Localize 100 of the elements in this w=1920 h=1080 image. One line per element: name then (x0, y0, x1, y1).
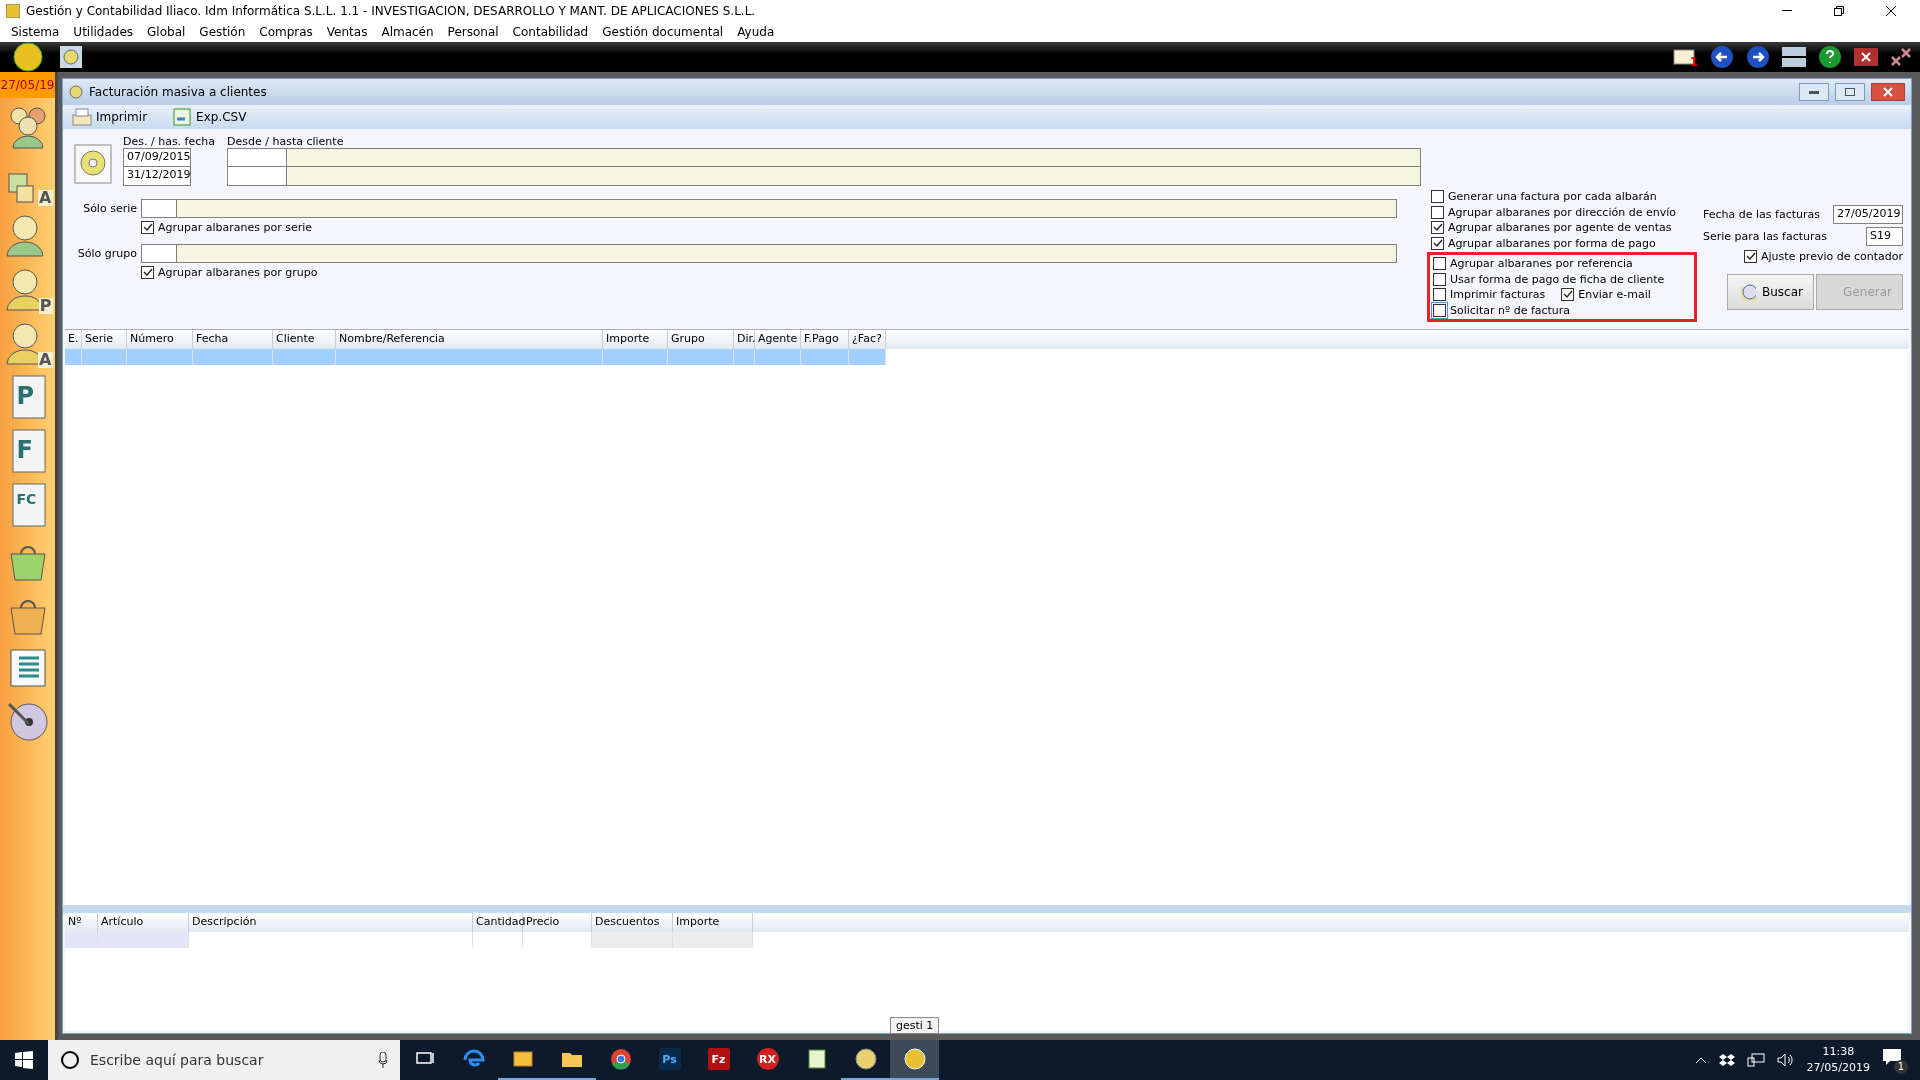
close-icon (1886, 6, 1896, 16)
checkbox-label: Agrupar albaranes por agente de ventas (1448, 221, 1672, 235)
table-cell[interactable] (668, 349, 734, 365)
menu-item[interactable]: Compras (252, 25, 320, 39)
app-logo-icon (6, 4, 20, 18)
checkbox[interactable] (141, 265, 154, 279)
date-from-field[interactable]: 07/09/2015 (123, 148, 191, 167)
menu-item[interactable]: Sistema (4, 25, 67, 39)
export-button[interactable]: Exp.CSV (169, 107, 249, 127)
table-cell[interactable] (801, 349, 849, 365)
menu-item[interactable]: Gestión documental (595, 25, 731, 39)
grupo-name-field[interactable] (177, 243, 1397, 263)
table-cell (65, 932, 98, 948)
checkbox-label: Usar forma de pago de ficha de cliente (1450, 272, 1665, 286)
fz-icon[interactable]: Fz (707, 1048, 730, 1070)
checkbox[interactable] (1431, 205, 1444, 219)
serie-code-field[interactable] (141, 199, 177, 218)
chevron-up-icon[interactable] (1694, 1056, 1707, 1064)
checkbox-label: Ajuste previo de contador (1761, 250, 1903, 264)
minimize-button[interactable] (1799, 83, 1829, 101)
taskbar-app[interactable]: Fz (694, 1040, 743, 1080)
client-from-name-field[interactable] (287, 148, 1421, 167)
checkbox[interactable] (1433, 272, 1446, 286)
close-icon (1883, 87, 1893, 97)
table-cell[interactable] (336, 349, 603, 365)
table-cell[interactable] (65, 349, 82, 365)
icon-letter: FC (16, 492, 37, 506)
checkbox-label: Agrupar albaranes por serie (158, 221, 313, 235)
client-to-code-field[interactable] (227, 167, 287, 186)
checkbox-label: Agrupar albaranes por referencia (1450, 257, 1633, 271)
checkbox[interactable] (1433, 257, 1446, 271)
checkbox-label: Enviar e-mail (1578, 288, 1651, 302)
client-from-code-field[interactable] (227, 148, 287, 167)
gear-document-icon (71, 141, 115, 185)
dropbox-icon[interactable] (1718, 1053, 1735, 1067)
network-icon[interactable] (1746, 1053, 1765, 1067)
minimize-icon (1782, 10, 1792, 12)
invoice-serie-label: Serie para las facturas (1703, 230, 1828, 243)
chrome-icon[interactable] (608, 1047, 633, 1071)
table-cell[interactable] (82, 349, 127, 365)
invoice-date-field[interactable]: 27/05/2019 (1833, 205, 1903, 224)
menu-item[interactable]: Ayuda (730, 25, 782, 39)
grupo-code-field[interactable] (141, 243, 177, 263)
icon-letter: A (38, 190, 53, 206)
checkbox[interactable] (1561, 288, 1575, 302)
checkbox-label: Generar una factura por cada albarán (1448, 190, 1657, 204)
table-cell[interactable] (755, 349, 801, 365)
app-icon[interactable] (853, 1047, 878, 1071)
notification-count: 1 (1894, 1060, 1908, 1074)
circle-icon (60, 1050, 80, 1070)
checkbox[interactable] (1431, 190, 1444, 204)
checkbox-label: Agrupar albaranes por grupo (158, 265, 318, 279)
search-field[interactable]: Escribe aquí para buscar (48, 1040, 400, 1080)
tooltip: gesti 1 (890, 1017, 940, 1034)
table-cell[interactable] (849, 349, 886, 365)
menu-item[interactable]: Contabilidad (505, 25, 596, 39)
volume-icon[interactable] (1776, 1053, 1795, 1067)
ps-icon[interactable]: Ps (658, 1048, 681, 1070)
table-cell[interactable] (603, 349, 668, 365)
table-cell[interactable] (127, 349, 193, 365)
minimize-icon (1809, 90, 1819, 94)
help-icon[interactable] (1818, 45, 1842, 69)
menu-item[interactable]: Almacén (374, 25, 441, 39)
checkbox[interactable] (141, 221, 154, 235)
rx-icon[interactable]: RX (756, 1048, 779, 1070)
menu-item[interactable]: Personal (440, 25, 506, 39)
clock[interactable]: 11:38 27/05/2019 (1806, 1044, 1870, 1076)
invoice-serie-field[interactable]: S19 (1866, 227, 1903, 246)
checkbox-label: Agrupar albaranes por forma de pago (1448, 236, 1656, 250)
invoice-date-label: Fecha de las facturas (1703, 208, 1820, 221)
restore-button[interactable] (1835, 83, 1865, 101)
date-to-field[interactable]: 31/12/2019 (123, 167, 191, 186)
checkbox-label: Agrupar albaranes por dirección de envío (1448, 205, 1676, 219)
checkbox[interactable] (1744, 250, 1758, 264)
menu-item[interactable]: Utilidades (66, 25, 141, 39)
taskbar-app[interactable]: Ps (645, 1040, 694, 1080)
taskbar-app[interactable]: RX (743, 1040, 792, 1080)
menu-item[interactable]: Ventas (319, 25, 375, 39)
table-cell[interactable] (734, 349, 755, 365)
client-to-name-field[interactable] (287, 167, 1421, 186)
table-cell[interactable] (193, 349, 273, 365)
serie-name-field[interactable] (177, 199, 1397, 218)
app2-icon[interactable] (902, 1047, 927, 1071)
checkbox[interactable] (1431, 221, 1444, 235)
menu-item[interactable]: Gestión (192, 25, 253, 39)
close-button[interactable] (1871, 83, 1905, 101)
windows-icon[interactable] (1782, 45, 1806, 69)
search-button[interactable]: Buscar (1727, 273, 1814, 310)
notifications-button[interactable]: 1 (1882, 1048, 1906, 1072)
print-button[interactable]: Imprimir (69, 107, 150, 127)
close-icon[interactable] (1854, 48, 1878, 66)
windows-logo-icon (15, 1051, 33, 1069)
checkbox[interactable] (1433, 288, 1446, 302)
restore-icon (1845, 88, 1855, 96)
microphone-icon[interactable] (378, 1052, 388, 1068)
table-cell[interactable] (273, 349, 336, 365)
window-title: Gestión y Contabilidad Iliaco. Idm Informática S.L.L. 1.1 - INVESTIGACION, DESARROLLO Y MANT. DE APLICACIONES S.L.L. (26, 4, 757, 18)
checkbox[interactable] (1431, 236, 1444, 250)
spreadsheet-icon (171, 107, 194, 127)
menu-item[interactable]: Global (140, 25, 193, 39)
